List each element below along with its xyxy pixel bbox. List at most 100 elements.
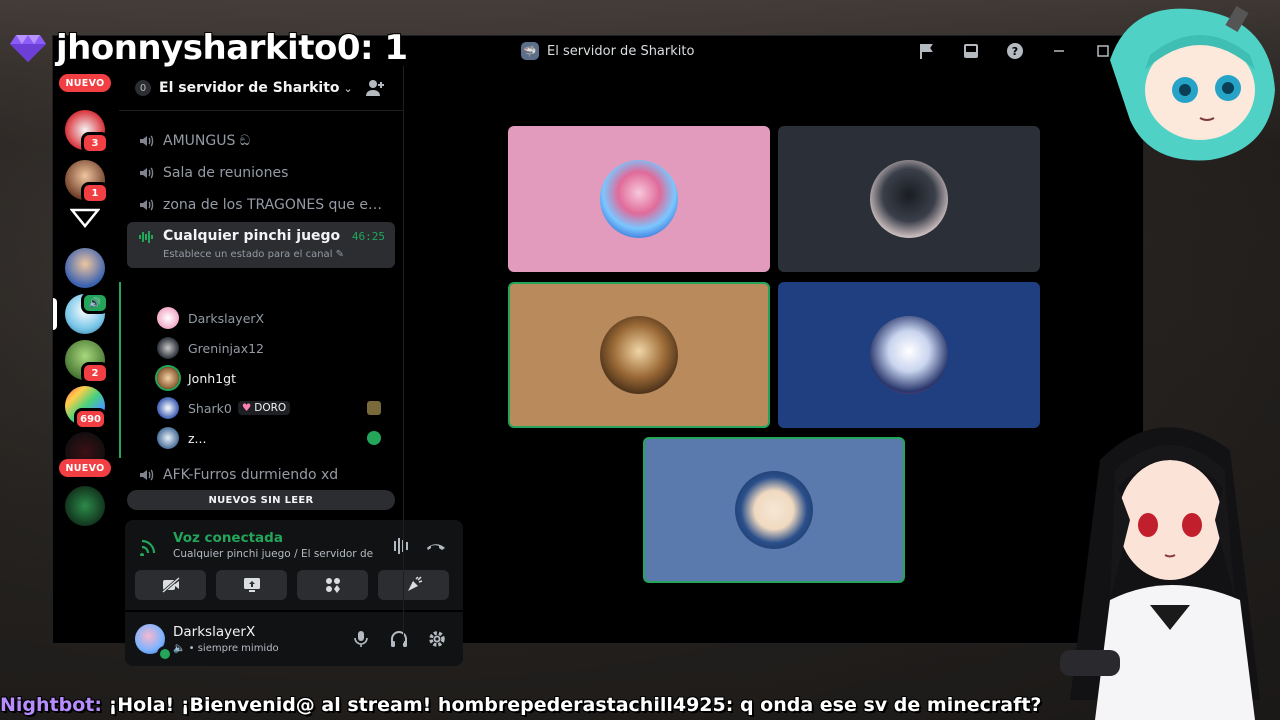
screen-share-button[interactable]	[216, 570, 287, 600]
voice-activity-icon	[137, 228, 155, 246]
pencil-icon: ✎	[335, 249, 345, 260]
title-bar-server: 🦈 El servidor de Sharkito	[521, 42, 694, 60]
active-server-pill	[53, 298, 57, 330]
disconnect-icon[interactable]	[425, 536, 447, 556]
voice-channel-cualquier-pinchi-juego[interactable]: Cualquier pinchi juego 46:25 Establece u…	[127, 222, 395, 268]
mention-badge: 2	[81, 362, 109, 384]
voice-connected-subtitle[interactable]: Cualquier pinchi juego / El servidor de …	[173, 548, 377, 560]
voice-user-shark0[interactable]: Shark0 ♥ DORO	[157, 394, 389, 422]
channel-label: zona de los TRAGONES que esta...	[163, 197, 387, 213]
connected-channel-indicator	[119, 282, 121, 458]
soundboard-button[interactable]	[378, 570, 449, 600]
participant-avatar	[600, 160, 678, 238]
guild-header[interactable]: 0 El servidor de Sharkito ⌄	[119, 66, 403, 111]
help-icon[interactable]: ?	[1005, 41, 1025, 61]
heart-icon: ♥	[241, 402, 252, 414]
speaker-icon	[137, 164, 155, 182]
voice-user-name: z...	[188, 430, 207, 446]
discord-window: 🦈 El servidor de Sharkito ? NUEVO 3 1 🔊 …	[52, 35, 1144, 666]
server-mini-icon: 🦈	[521, 42, 539, 60]
tag-label: DORO	[254, 402, 287, 414]
mention-badge: 3	[81, 132, 109, 154]
video-tile-darkslayerx[interactable]	[508, 126, 770, 272]
server-icon-2[interactable]: 1	[65, 160, 109, 204]
video-tile-greninjax12[interactable]	[778, 126, 1040, 272]
participant-avatar	[870, 316, 948, 394]
server-icon-6[interactable]: 2	[65, 340, 109, 384]
voice-user-darkslayerx[interactable]: DarkslayerX	[157, 304, 389, 332]
call-duration: 46:25	[351, 230, 385, 243]
online-status-dot	[157, 646, 173, 662]
participant-avatar	[870, 160, 948, 238]
triangle-logo-icon	[65, 202, 105, 234]
activities-icon	[325, 578, 340, 593]
voice-user-name: Shark0	[188, 400, 232, 416]
stream-subscriber-counter: jhonnysharkito0: 1	[56, 28, 408, 68]
mention-badge: 690	[74, 408, 107, 430]
voice-user-jonh1gt[interactable]: Jonh1gt	[157, 364, 389, 392]
speaker-mini-icon: 🔈	[173, 643, 186, 654]
new-unread-pill-top[interactable]: NUEVO	[59, 74, 111, 92]
server-icon-9[interactable]	[65, 486, 105, 526]
new-unread-bar[interactable]: NUEVOS SIN LEER	[127, 490, 395, 510]
server-icon-4[interactable]	[65, 248, 105, 288]
voice-active-badge: 🔊	[81, 292, 109, 314]
noise-suppression-icon[interactable]	[391, 536, 413, 556]
mention-badge: 1	[81, 182, 109, 204]
activities-button[interactable]	[297, 570, 368, 600]
settings-gear-icon[interactable]	[427, 629, 447, 649]
voice-user-greninjax12[interactable]: Greninjax12	[157, 334, 389, 362]
camera-off-icon	[161, 576, 180, 594]
voice-channel-sala-de-reuniones[interactable]: Sala de reuniones	[127, 158, 395, 188]
user-avatar	[157, 307, 179, 329]
anime-mascot-head	[1110, 5, 1275, 161]
microphone-icon[interactable]	[351, 629, 371, 649]
voice-user-name: Greninjax12	[188, 340, 264, 356]
voice-user-name: DarkslayerX	[188, 310, 265, 326]
diamond-gem-icon	[10, 35, 46, 62]
new-unread-pill-bottom[interactable]: NUEVO	[59, 459, 111, 477]
current-user-name[interactable]: DarkslayerX	[173, 624, 255, 640]
stream-overlay-header: jhonnysharkito0: 1	[10, 28, 408, 68]
server-icon-5-active[interactable]: 🔊	[65, 292, 109, 334]
speaker-icon	[137, 196, 155, 214]
current-user-status: 🔈 • siempre mimido	[173, 643, 279, 654]
user-panel: DarkslayerX 🔈 • siempre mimido	[125, 612, 463, 666]
minimize-icon[interactable]	[1049, 41, 1069, 61]
server-icon-3[interactable]	[65, 202, 105, 234]
flag-icon[interactable]	[917, 41, 937, 61]
voice-channel-afk[interactable]: AFK-Furros durmiendo xd	[127, 460, 395, 490]
channel-label: Sala de reuniones	[163, 165, 289, 181]
voice-channel-amungus[interactable]: AMUNGUS ඞ	[127, 126, 395, 156]
channel-label: AFK-Furros durmiendo xd	[163, 467, 339, 483]
signal-icon[interactable]	[139, 536, 159, 557]
channel-label: Cualquier pinchi juego	[163, 228, 341, 244]
user-avatar	[157, 367, 179, 389]
participant-avatar	[600, 316, 678, 394]
user-avatar	[157, 337, 179, 359]
voice-channel-zona-tragones[interactable]: zona de los TRAGONES que esta...	[127, 190, 395, 220]
voice-user-z[interactable]: z...	[157, 424, 389, 452]
headphones-icon[interactable]	[389, 629, 409, 649]
voice-action-buttons	[135, 570, 449, 600]
guild-boost-badge: 0	[135, 80, 151, 96]
status-text: siempre mimido	[197, 643, 279, 654]
server-icon-1[interactable]: 3	[65, 110, 109, 154]
server-avatar	[65, 486, 105, 526]
screen-share-icon	[243, 578, 260, 592]
user-avatar	[157, 397, 179, 419]
video-tile-z[interactable]	[643, 437, 905, 583]
guild-name: El servidor de Sharkito	[159, 80, 340, 96]
voice-connected-title[interactable]: Voz conectada	[173, 530, 283, 546]
channel-status-prompt[interactable]: Establece un estado para el canal ✎	[163, 249, 344, 260]
camera-off-button[interactable]	[135, 570, 206, 600]
title-bar-actions: ?	[917, 41, 1113, 61]
chat-username: Nightbot:	[0, 694, 102, 716]
invite-people-icon[interactable]	[365, 78, 385, 98]
inbox-icon[interactable]	[961, 41, 981, 61]
video-tile-jonh1gt[interactable]	[508, 282, 770, 428]
user-avatar	[157, 427, 179, 449]
user-tag: ♥ DORO	[237, 401, 291, 415]
video-tile-shark0[interactable]	[778, 282, 1040, 428]
server-icon-7[interactable]: 690	[65, 386, 107, 430]
